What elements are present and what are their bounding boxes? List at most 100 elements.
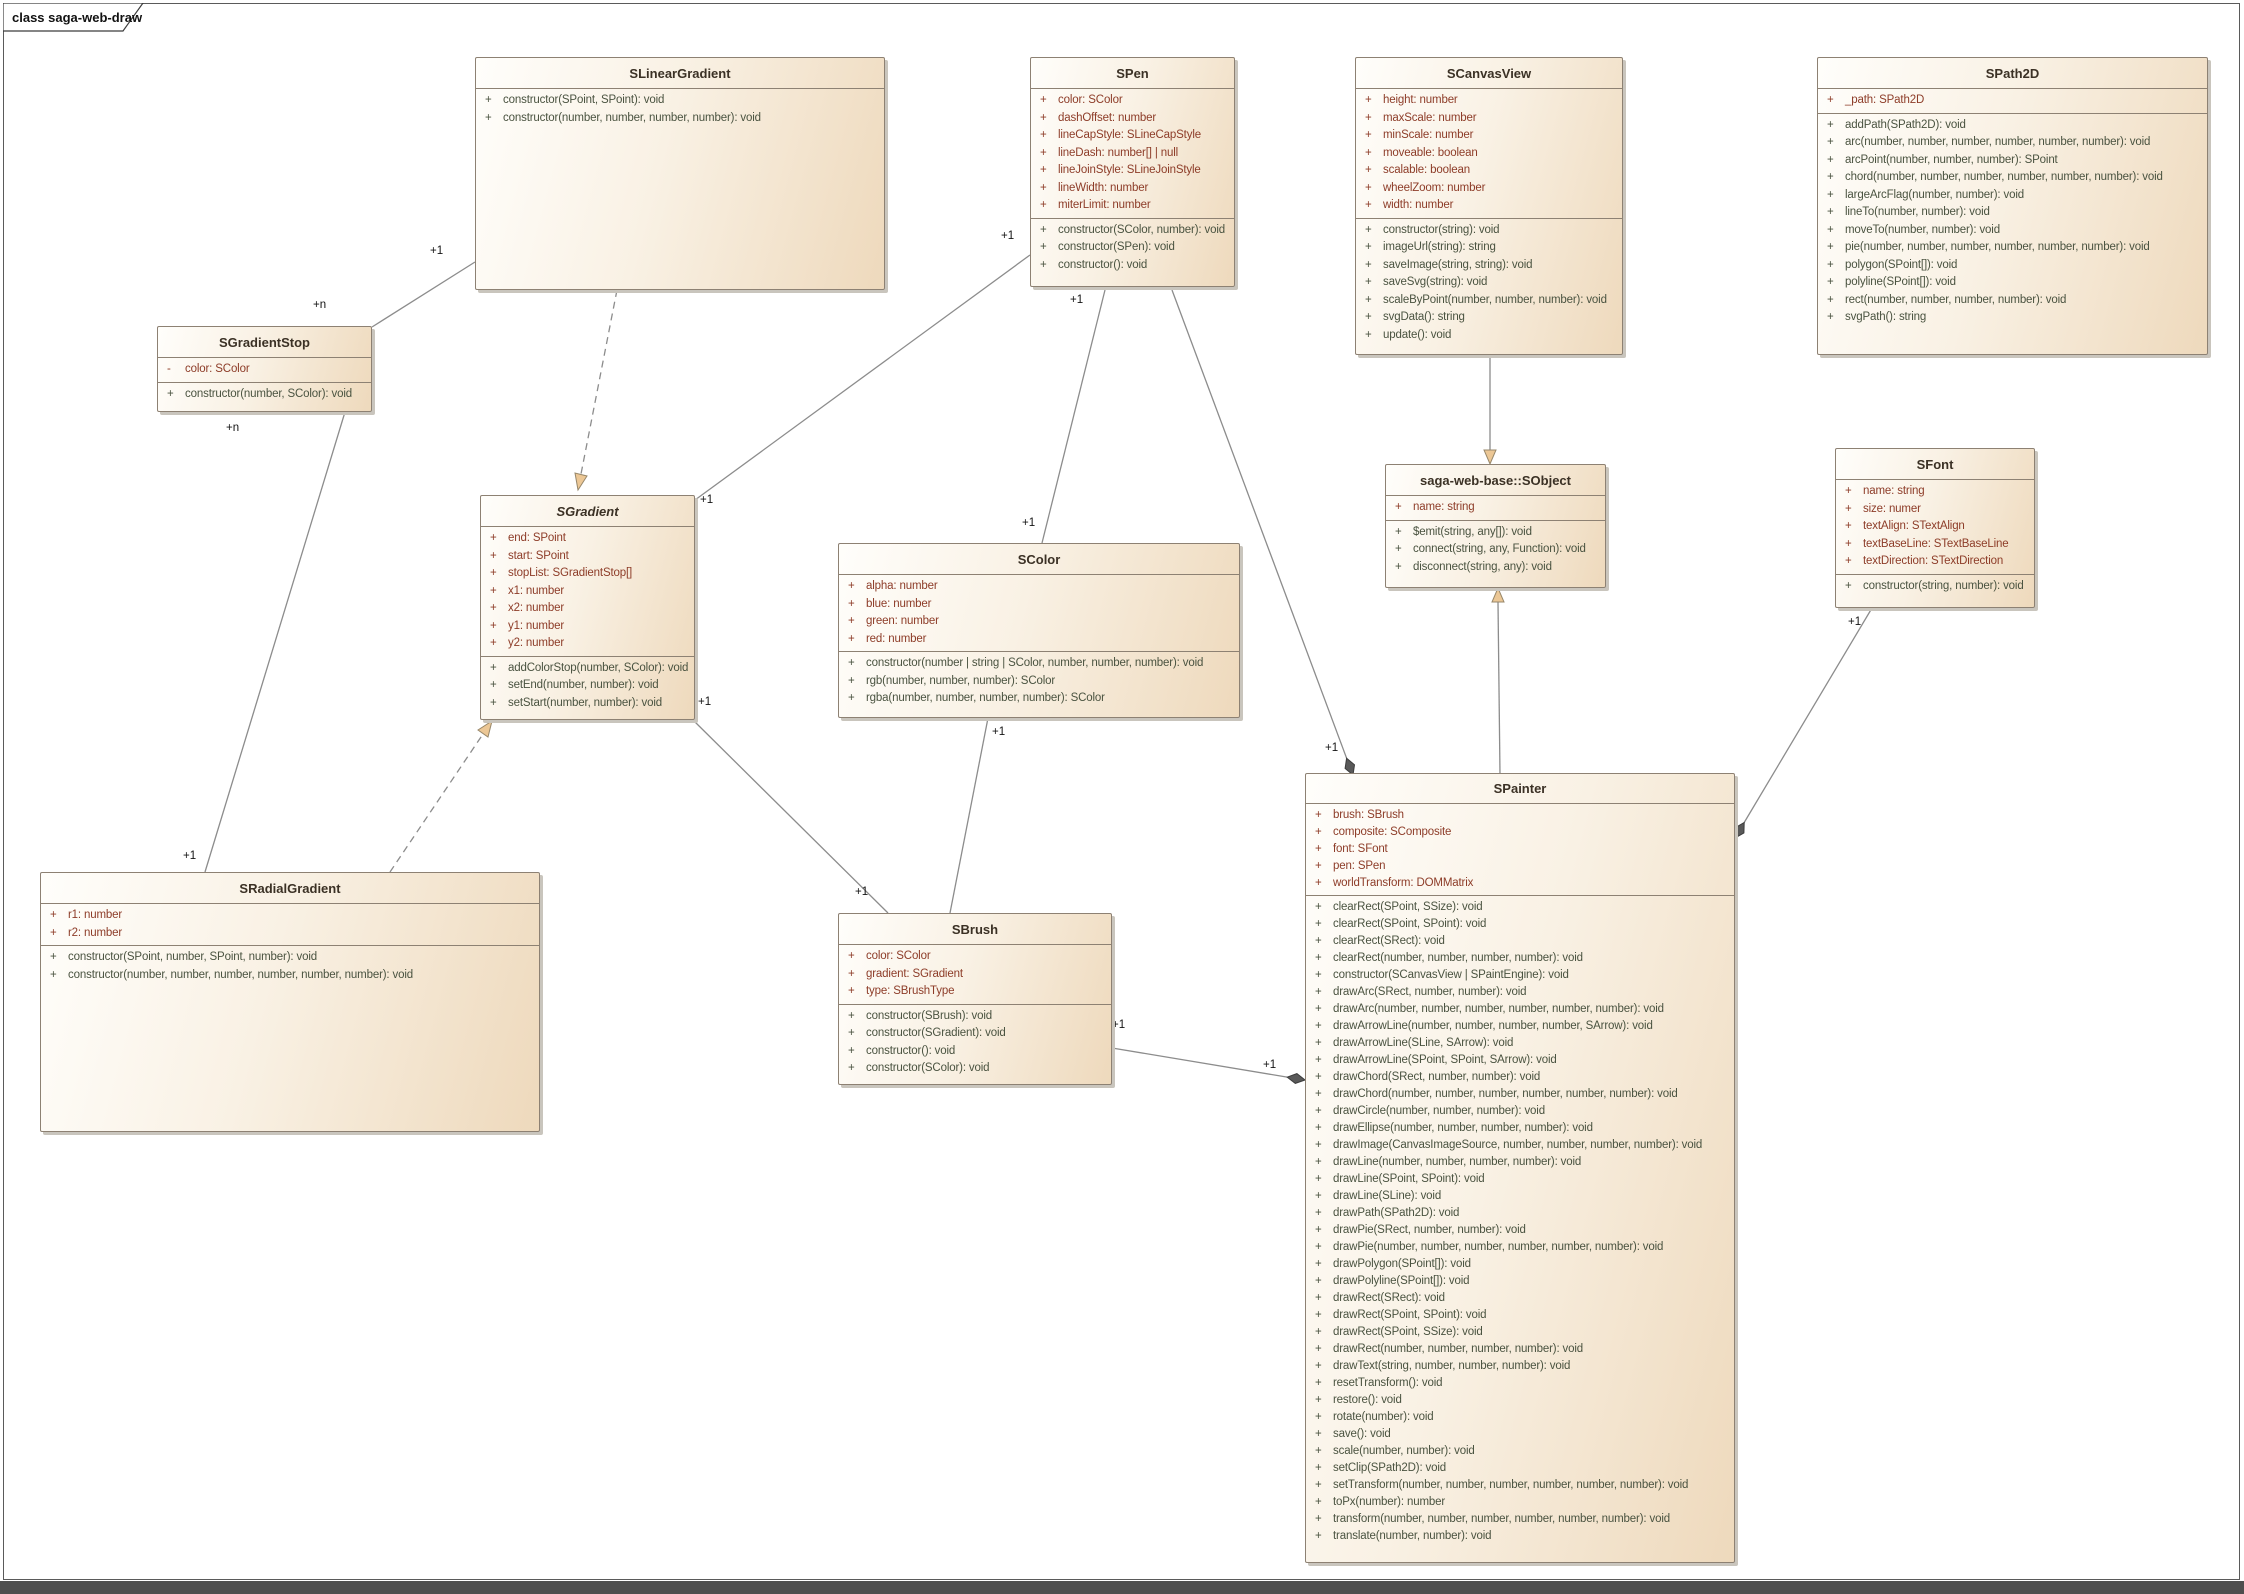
- visibility-symbol: +: [481, 548, 508, 566]
- attribute-row: +pen: SPen: [1306, 858, 1734, 875]
- operation-row: +constructor(SColor, number): void: [1031, 222, 1234, 240]
- visibility-symbol: +: [1306, 1103, 1333, 1120]
- visibility-symbol: +: [1818, 92, 1845, 110]
- operation-row: +saveSvg(string): void: [1356, 274, 1622, 292]
- operation-row: +toPx(number): number: [1306, 1494, 1734, 1511]
- visibility-symbol: +: [1356, 274, 1383, 292]
- visibility-symbol: +: [1306, 1460, 1333, 1477]
- visibility-symbol: +: [1836, 536, 1863, 554]
- operation-text: drawChord(number, number, number, number…: [1333, 1086, 1734, 1103]
- attribute-text: r1: number: [68, 907, 539, 925]
- operation-row: +drawRect(SPoint, SSize): void: [1306, 1324, 1734, 1341]
- class-box-spainter[interactable]: SPainter+brush: SBrush+composite: SCompo…: [1305, 773, 1735, 1563]
- bottom-bar[interactable]: [0, 1581, 2244, 1594]
- visibility-symbol: +: [1306, 1443, 1333, 1460]
- operation-row: +drawArrowLine(SPoint, SPoint, SArrow): …: [1306, 1052, 1734, 1069]
- attribute-text: y2: number: [508, 635, 694, 653]
- operation-row: +clearRect(number, number, number, numbe…: [1306, 950, 1734, 967]
- visibility-symbol: +: [1306, 1205, 1333, 1222]
- class-box-sfont[interactable]: SFont+name: string+size: numer+textAlign…: [1835, 448, 2035, 608]
- attribute-text: type: SBrushType: [866, 983, 1111, 1001]
- operation-text: lineTo(number, number): void: [1845, 204, 2207, 222]
- class-box-scolor[interactable]: SColor+alpha: number+blue: number+green:…: [838, 543, 1240, 718]
- attribute-text: lineJoinStyle: SLineJoinStyle: [1058, 162, 1234, 180]
- visibility-symbol: +: [1356, 145, 1383, 163]
- visibility-symbol: +: [1031, 110, 1058, 128]
- attributes-compartment: +end: SPoint+start: SPoint+stopList: SGr…: [481, 526, 694, 656]
- class-box-sradialgradient[interactable]: SRadialGradient+r1: number+r2: number+co…: [40, 872, 540, 1132]
- visibility-symbol: +: [1031, 145, 1058, 163]
- attribute-row: +font: SFont: [1306, 841, 1734, 858]
- class-title: SPath2D: [1818, 58, 2207, 88]
- operation-row: +clearRect(SPoint, SPoint): void: [1306, 916, 1734, 933]
- operation-text: rotate(number): void: [1333, 1409, 1734, 1426]
- operation-text: constructor(string, number): void: [1863, 578, 2034, 596]
- attributes-compartment: +_path: SPath2D: [1818, 88, 2207, 113]
- operation-text: connect(string, any, Function): void: [1413, 541, 1605, 559]
- attribute-row: +alpha: number: [839, 578, 1239, 596]
- class-box-slineargradient[interactable]: SLinearGradient+constructor(SPoint, SPoi…: [475, 57, 885, 290]
- visibility-symbol: +: [1306, 1120, 1333, 1137]
- visibility-symbol: +: [1306, 1052, 1333, 1069]
- attributes-compartment: +alpha: number+blue: number+green: numbe…: [839, 574, 1239, 651]
- operation-row: +setEnd(number, number): void: [481, 677, 694, 695]
- class-box-sobject[interactable]: saga-web-base::SObject+name: string+$emi…: [1385, 464, 1606, 588]
- visibility-symbol: +: [1356, 222, 1383, 240]
- visibility-symbol: +: [481, 677, 508, 695]
- visibility-symbol: +: [1818, 309, 1845, 327]
- operation-text: constructor(SPoint, number, SPoint, numb…: [68, 949, 539, 967]
- frame-tab-label: class saga-web-draw: [12, 10, 143, 25]
- operation-text: saveImage(string, string): void: [1383, 257, 1622, 275]
- operation-text: polyline(SPoint[]): void: [1845, 274, 2207, 292]
- visibility-symbol: -: [158, 361, 185, 379]
- operation-row: +polyline(SPoint[]): void: [1818, 274, 2207, 292]
- visibility-symbol: +: [839, 983, 866, 1001]
- operations-compartment: +addPath(SPath2D): void+arc(number, numb…: [1818, 113, 2207, 330]
- attributes-compartment: +brush: SBrush+composite: SComposite+fon…: [1306, 803, 1734, 895]
- operation-row: +drawPath(SPath2D): void: [1306, 1205, 1734, 1222]
- visibility-symbol: +: [1306, 950, 1333, 967]
- visibility-symbol: +: [481, 600, 508, 618]
- attribute-row: +r1: number: [41, 907, 539, 925]
- operation-text: constructor(SCanvasView | SPaintEngine):…: [1333, 967, 1734, 984]
- class-title: SGradientStop: [158, 327, 371, 357]
- operations-compartment: +constructor(number, SColor): void: [158, 382, 371, 407]
- operation-row: +constructor(SPoint, number, SPoint, num…: [41, 949, 539, 967]
- visibility-symbol: +: [41, 967, 68, 985]
- visibility-symbol: +: [1306, 984, 1333, 1001]
- attribute-row: +y2: number: [481, 635, 694, 653]
- operation-text: drawRect(SPoint, SPoint): void: [1333, 1307, 1734, 1324]
- class-box-scanvasview[interactable]: SCanvasView+height: number+maxScale: num…: [1355, 57, 1623, 355]
- visibility-symbol: +: [1031, 197, 1058, 215]
- operation-row: +constructor(number, number, number, num…: [41, 967, 539, 985]
- visibility-symbol: +: [476, 110, 503, 128]
- class-box-sbrush[interactable]: SBrush+color: SColor+gradient: SGradient…: [838, 913, 1112, 1085]
- class-title: SBrush: [839, 914, 1111, 944]
- attribute-row: +composite: SComposite: [1306, 824, 1734, 841]
- attribute-row: +r2: number: [41, 925, 539, 943]
- operation-row: +drawLine(number, number, number, number…: [1306, 1154, 1734, 1171]
- operation-row: +drawArc(SRect, number, number): void: [1306, 984, 1734, 1001]
- operation-text: svgData(): string: [1383, 309, 1622, 327]
- visibility-symbol: +: [1306, 1341, 1333, 1358]
- operation-row: +largeArcFlag(number, number): void: [1818, 187, 2207, 205]
- visibility-symbol: +: [1818, 239, 1845, 257]
- class-box-sgradient[interactable]: SGradient+end: SPoint+start: SPoint+stop…: [480, 495, 695, 720]
- attribute-text: color: SColor: [185, 361, 371, 379]
- attribute-text: minScale: number: [1383, 127, 1622, 145]
- class-box-spen[interactable]: SPen+color: SColor+dashOffset: number+li…: [1030, 57, 1235, 287]
- attribute-row: +name: string: [1386, 499, 1605, 517]
- operation-text: drawLine(number, number, number, number)…: [1333, 1154, 1734, 1171]
- attribute-row: +stopList: SGradientStop[]: [481, 565, 694, 583]
- class-box-spath2d[interactable]: SPath2D+_path: SPath2D+addPath(SPath2D):…: [1817, 57, 2208, 355]
- visibility-symbol: +: [1306, 875, 1333, 892]
- attribute-text: width: number: [1383, 197, 1622, 215]
- class-box-sgradientstop[interactable]: SGradientStop -color: SColor +constructor(…: [157, 326, 372, 412]
- visibility-symbol: +: [1306, 1494, 1333, 1511]
- attribute-text: dashOffset: number: [1058, 110, 1234, 128]
- operation-text: drawPie(number, number, number, number, …: [1333, 1239, 1734, 1256]
- class-title: SFont: [1836, 449, 2034, 479]
- operation-row: +setStart(number, number): void: [481, 695, 694, 713]
- operation-text: constructor(string): void: [1383, 222, 1622, 240]
- operation-text: pie(number, number, number, number, numb…: [1845, 239, 2207, 257]
